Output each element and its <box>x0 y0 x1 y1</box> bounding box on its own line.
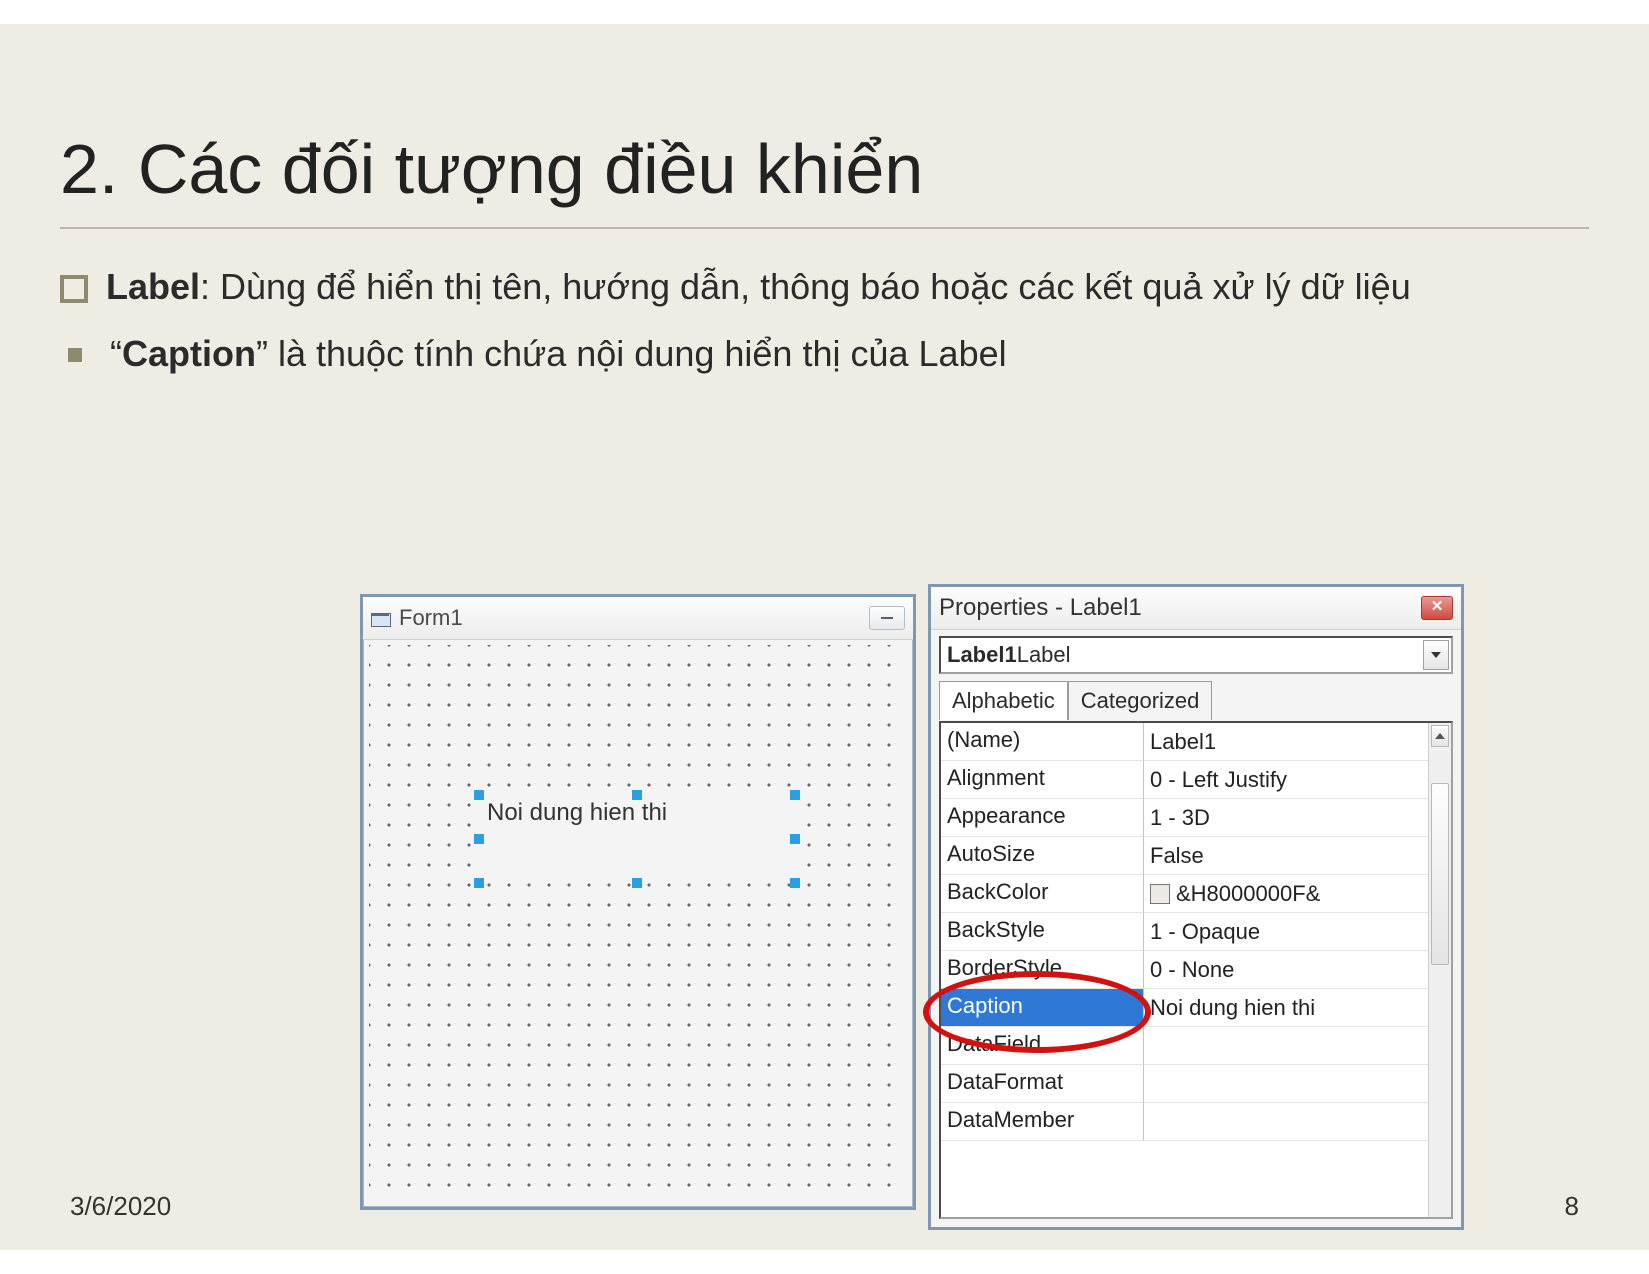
color-swatch-icon <box>1150 884 1170 904</box>
tab-alphabetic[interactable]: Alphabetic <box>939 681 1068 720</box>
property-value-text: &H8000000F& <box>1176 881 1320 907</box>
bullet-bold: Label <box>106 266 200 307</box>
resize-handle-icon[interactable] <box>790 878 800 888</box>
form-icon <box>371 610 391 626</box>
resize-handle-icon[interactable] <box>474 878 484 888</box>
property-name: DataFormat <box>941 1065 1144 1103</box>
property-row[interactable]: AutoSizeFalse <box>941 837 1428 875</box>
minimize-button[interactable] <box>869 606 905 630</box>
property-value-text: 0 - Left Justify <box>1150 767 1287 793</box>
tabs: Alphabetic Categorized <box>931 680 1461 719</box>
property-value[interactable]: 1 - Opaque <box>1144 913 1428 951</box>
property-row[interactable]: BorderStyle0 - None <box>941 951 1428 989</box>
property-row[interactable]: BackStyle1 - Opaque <box>941 913 1428 951</box>
bullet-rest: : Dùng để hiển thị tên, hướng dẫn, thông… <box>200 266 1411 307</box>
bullet-hollow-icon <box>60 275 88 303</box>
bullet-list: Label: Dùng để hiển thị tên, hướng dẫn, … <box>60 263 1589 378</box>
title-separator <box>60 227 1589 229</box>
property-row[interactable]: BackColor&H8000000F& <box>941 875 1428 913</box>
property-value[interactable] <box>1144 1027 1428 1065</box>
property-name: (Name) <box>941 723 1144 761</box>
properties-window: Properties - Label1 ✕ Label1 Label Alpha… <box>928 584 1464 1230</box>
object-name: Label1 <box>947 642 1017 668</box>
footer-page: 8 <box>1565 1191 1579 1222</box>
property-name: BackStyle <box>941 913 1144 951</box>
scrollbar[interactable] <box>1428 723 1451 1217</box>
bullet-rest: ” là thuộc tính chứa nội dung hiển thị c… <box>256 333 1007 374</box>
bullet-filled-icon <box>68 348 82 362</box>
property-row[interactable]: DataMember <box>941 1103 1428 1141</box>
property-value[interactable]: Label1 <box>1144 723 1428 761</box>
properties-title: Properties - Label1 <box>939 594 1413 622</box>
resize-handle-icon[interactable] <box>790 834 800 844</box>
bullet-item: “Caption” là thuộc tính chứa nội dung hi… <box>60 330 1589 379</box>
property-value-text: Label1 <box>1150 729 1216 755</box>
slide: 2. Các đối tượng điều khiển Label: Dùng … <box>0 24 1649 1250</box>
close-button[interactable]: ✕ <box>1421 596 1453 620</box>
form-titlebar[interactable]: Form1 <box>363 597 913 640</box>
form-title: Form1 <box>399 605 861 631</box>
property-value[interactable]: 0 - None <box>1144 951 1428 989</box>
resize-handle-icon[interactable] <box>474 834 484 844</box>
slide-title: 2. Các đối tượng điều khiển <box>60 129 1589 209</box>
property-name: Alignment <box>941 761 1144 799</box>
resize-handle-icon[interactable] <box>790 790 800 800</box>
property-name: BorderStyle <box>941 951 1144 989</box>
bullet-item: Label: Dùng để hiển thị tên, hướng dẫn, … <box>60 263 1589 312</box>
object-type: Label <box>1017 642 1071 668</box>
property-value[interactable]: Noi dung hien thi <box>1144 989 1428 1027</box>
property-value[interactable] <box>1144 1065 1428 1103</box>
property-value[interactable]: False <box>1144 837 1428 875</box>
property-value[interactable]: 1 - 3D <box>1144 799 1428 837</box>
resize-handle-icon[interactable] <box>632 790 642 800</box>
resize-handle-icon[interactable] <box>632 878 642 888</box>
property-name: BackColor <box>941 875 1144 913</box>
screenshot-area: Form1 Noi dung hien thi <box>360 584 1470 1224</box>
property-name: DataMember <box>941 1103 1144 1141</box>
property-value-text: Noi dung hien thi <box>1150 995 1315 1021</box>
property-name: AutoSize <box>941 837 1144 875</box>
property-name: Caption <box>941 989 1144 1027</box>
bullet-text: Label: Dùng để hiển thị tên, hướng dẫn, … <box>106 263 1589 312</box>
label-control[interactable]: Noi dung hien thi <box>479 795 795 883</box>
property-row[interactable]: (Name)Label1 <box>941 723 1428 761</box>
bullet-text: “Caption” là thuộc tính chứa nội dung hi… <box>110 330 1589 379</box>
property-name: DataField <box>941 1027 1144 1065</box>
property-value[interactable]: &H8000000F& <box>1144 875 1428 913</box>
design-grid <box>369 645 907 1201</box>
property-value[interactable] <box>1144 1103 1428 1141</box>
property-name: Appearance <box>941 799 1144 837</box>
bullet-bold: Caption <box>122 333 256 374</box>
tab-categorized[interactable]: Categorized <box>1068 681 1213 720</box>
property-value-text: 0 - None <box>1150 957 1234 983</box>
property-row[interactable]: DataField <box>941 1027 1428 1065</box>
property-value-text: 1 - Opaque <box>1150 919 1260 945</box>
properties-grid: (Name)Label1Alignment0 - Left JustifyApp… <box>939 721 1453 1219</box>
footer-date: 3/6/2020 <box>70 1191 171 1222</box>
grid-rows: (Name)Label1Alignment0 - Left JustifyApp… <box>941 723 1428 1217</box>
property-row[interactable]: Alignment0 - Left Justify <box>941 761 1428 799</box>
property-row[interactable]: Appearance1 - 3D <box>941 799 1428 837</box>
resize-handle-icon[interactable] <box>474 790 484 800</box>
scroll-thumb[interactable] <box>1431 783 1449 965</box>
properties-titlebar[interactable]: Properties - Label1 ✕ <box>931 587 1461 630</box>
dropdown-arrow-icon[interactable] <box>1423 640 1449 670</box>
property-row[interactable]: CaptionNoi dung hien thi <box>941 989 1428 1027</box>
property-value-text: 1 - 3D <box>1150 805 1210 831</box>
object-selector[interactable]: Label1 Label <box>939 636 1453 674</box>
property-value-text: False <box>1150 843 1204 869</box>
property-row[interactable]: DataFormat <box>941 1065 1428 1103</box>
label-content-text: Noi dung hien thi <box>487 799 667 827</box>
scroll-up-button[interactable] <box>1431 725 1449 747</box>
form-window: Form1 Noi dung hien thi <box>360 594 916 1210</box>
property-value[interactable]: 0 - Left Justify <box>1144 761 1428 799</box>
quote-open: “ <box>110 333 122 374</box>
form-body[interactable]: Noi dung hien thi <box>369 645 907 1201</box>
